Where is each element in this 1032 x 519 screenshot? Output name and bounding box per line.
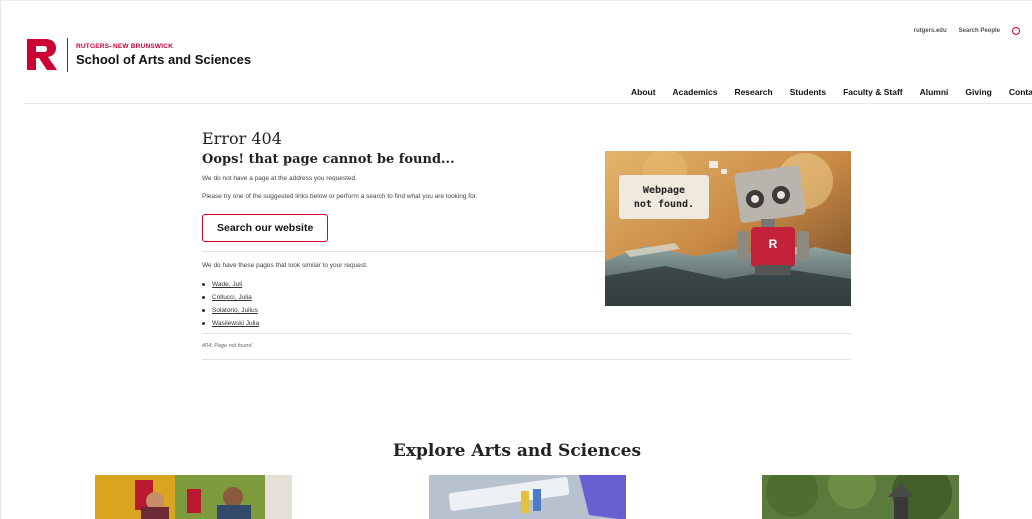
breadcrumb: 404: Page not found — [202, 343, 252, 349]
header-divider — [25, 103, 1032, 104]
nav-item-research[interactable]: Research — [734, 87, 772, 97]
explore-heading: Explore Arts and Sciences — [392, 441, 642, 461]
sign-text-line1: Webpage — [643, 185, 685, 196]
robot-not-found-image: Webpage not found. R — [605, 151, 851, 306]
nav-item-contact[interactable]: Contac — [1009, 87, 1032, 97]
robot-badge: R — [769, 237, 778, 251]
explore-card-image-lab[interactable] — [429, 475, 626, 519]
list-item: Wasilewski Julia — [202, 320, 851, 327]
similar-link-solatorio[interactable]: Solatorio, Julius — [212, 307, 258, 314]
content-divider — [202, 333, 851, 334]
nav-item-academics[interactable]: Academics — [673, 87, 718, 97]
similar-link-wade[interactable]: Wade, Juli — [212, 281, 242, 288]
search-icon[interactable] — [1012, 27, 1020, 35]
bullet-icon — [202, 309, 205, 312]
nav-item-faculty-staff[interactable]: Faculty & Staff — [843, 87, 903, 97]
bullet-icon — [202, 296, 205, 299]
similar-link-wasilewski[interactable]: Wasilewski Julia — [212, 320, 259, 327]
utility-nav: rutgers.edu Search People — [914, 27, 1020, 35]
search-website-button[interactable]: Search our website — [202, 214, 329, 242]
bullet-icon — [202, 322, 205, 325]
similar-link-collucci[interactable]: Collucci, Julia — [212, 294, 252, 301]
utility-link-search-people[interactable]: Search People — [959, 28, 1000, 34]
content-divider — [202, 251, 605, 252]
bullet-icon — [202, 283, 205, 286]
school-name: School of Arts and Sciences — [76, 51, 252, 67]
main-nav: About Academics Research Students Facult… — [631, 87, 1032, 97]
university-name: RUTGERS–NEW BRUNSWICK — [76, 42, 174, 50]
logo-text: RUTGERS–NEW BRUNSWICK School of Arts and… — [76, 43, 251, 67]
page-title: Error 404 — [202, 129, 282, 148]
page-frame: RUTGERS–NEW BRUNSWICK School of Arts and… — [0, 0, 1032, 519]
rutgers-r-logo-icon — [27, 39, 57, 70]
logo-divider — [67, 37, 68, 72]
explore-card-image-campus[interactable] — [762, 475, 959, 519]
nav-item-about[interactable]: About — [631, 87, 656, 97]
nav-item-alumni[interactable]: Alumni — [920, 87, 949, 97]
list-item: Solatorio, Julius — [202, 307, 851, 314]
nav-item-students[interactable]: Students — [790, 87, 826, 97]
site-logo[interactable]: RUTGERS–NEW BRUNSWICK School of Arts and… — [25, 37, 251, 72]
explore-card-image-students[interactable] — [95, 475, 292, 519]
sign-text-line2: not found. — [634, 199, 694, 210]
utility-link-rutgers[interactable]: rutgers.edu — [914, 28, 947, 34]
content-divider — [202, 359, 851, 360]
nav-item-giving[interactable]: Giving — [965, 87, 991, 97]
